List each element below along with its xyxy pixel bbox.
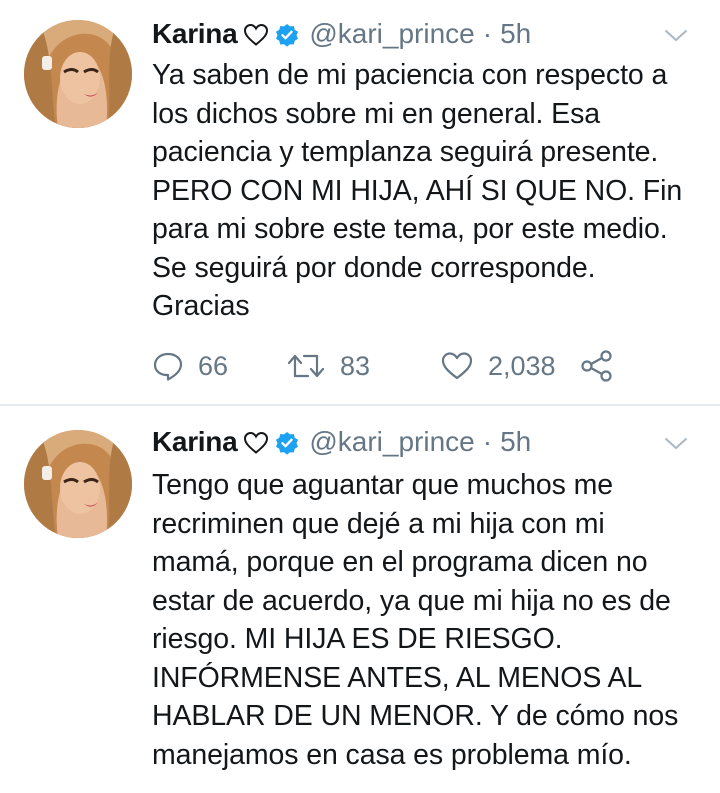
display-name[interactable]: Karina [152,426,238,458]
chevron-down-icon[interactable] [662,430,690,452]
tweet-header: Karina @kari_prince · 5h [152,14,690,54]
separator-dot: · [482,426,493,457]
reply-icon [152,350,184,382]
heart-icon [440,350,474,382]
reply-button[interactable]: 66 [152,346,228,386]
separator-dot: · [482,18,493,49]
like-count: 2,038 [488,350,556,381]
timestamp[interactable]: 5h [500,426,531,458]
tweet-header: Karina @kari_prince · 5h [152,422,690,462]
white-heart-icon [243,22,269,46]
handle[interactable]: @kari_prince [309,426,474,458]
tweet[interactable]: Karina @kari_prince · 5h Tengo que aguan… [0,406,720,793]
display-name[interactable]: Karina [152,18,238,50]
retweet-button[interactable]: 83 [286,346,370,386]
avatar[interactable] [24,430,132,538]
share-icon [580,350,614,382]
tweet-text: Tengo que aguantar que muchos me recrimi… [152,469,679,771]
reply-count: 66 [198,350,229,381]
avatar[interactable] [24,20,132,128]
verified-badge-icon [275,22,299,47]
retweet-count: 83 [340,350,371,381]
white-heart-icon [243,430,269,454]
verified-badge-icon [275,430,299,455]
timestamp[interactable]: 5h [500,18,531,50]
like-button[interactable]: 2,038 [440,346,556,386]
share-button[interactable] [580,346,614,386]
handle[interactable]: @kari_prince [309,18,474,50]
tweet-text: Ya saben de mi paciencia con respecto a … [152,59,683,322]
chevron-down-icon[interactable] [662,22,690,44]
tweet[interactable]: Karina @kari_prince · 5h Ya saben de mi … [0,0,720,404]
retweet-icon [286,350,326,382]
